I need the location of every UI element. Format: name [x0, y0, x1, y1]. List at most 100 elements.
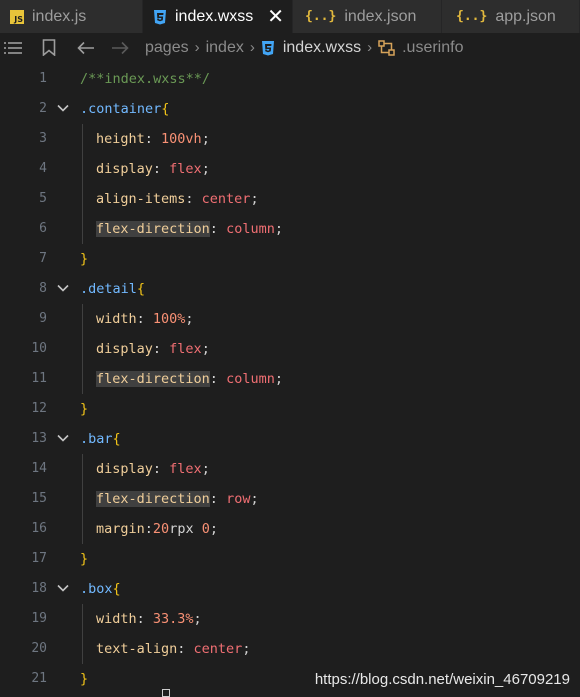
punct-token: ;: [201, 341, 210, 357]
mouse-cursor-icon: [162, 689, 170, 697]
value-token: row: [226, 491, 251, 507]
code-text: display: flex;: [96, 457, 210, 481]
code-line[interactable]: 5 align-items: center;: [0, 184, 580, 214]
line-number: 13: [31, 431, 47, 446]
code-line[interactable]: 13 .bar{: [0, 424, 580, 454]
line-number: 5: [39, 191, 47, 206]
punct-token: :: [136, 611, 153, 627]
bookmark-icon[interactable]: [39, 39, 59, 56]
close-icon[interactable]: ✕: [267, 7, 284, 27]
line-number: 7: [39, 251, 47, 266]
code-line[interactable]: 6 flex-direction: column;: [0, 214, 580, 244]
selector-token: .box: [80, 581, 113, 597]
punct-token: ;: [242, 641, 251, 657]
code-line[interactable]: 18 .box{: [0, 574, 580, 604]
comment-token: /**index.wxss**/: [80, 71, 211, 87]
selector-token: .container: [80, 101, 162, 117]
num-token: 100%: [152, 311, 186, 327]
code-line[interactable]: 20 text-align: center;: [0, 634, 580, 664]
code-text: height: 100vh;: [96, 127, 210, 151]
punct-token: ;: [193, 611, 202, 627]
line-number: 10: [31, 341, 47, 356]
code-text: display: flex;: [96, 337, 210, 361]
code-text: .container{: [80, 97, 169, 121]
punct-token: ;: [250, 191, 259, 207]
punct-token: :: [152, 161, 170, 177]
num-token: 100vh: [161, 131, 202, 147]
code-line[interactable]: 8 .detail{: [0, 274, 580, 304]
value-token: flex: [169, 161, 202, 177]
css-file-icon: [153, 9, 167, 25]
breadcrumb-item-pages[interactable]: pages: [145, 39, 189, 57]
back-arrow-icon[interactable]: [75, 41, 97, 55]
code-line[interactable]: 14 display: flex;: [0, 454, 580, 484]
code-line[interactable]: 7}: [0, 244, 580, 274]
value-token: column: [226, 371, 275, 387]
code-line[interactable]: 4 display: flex;: [0, 154, 580, 184]
breadcrumb-item-index[interactable]: index: [206, 39, 244, 57]
list-icon[interactable]: [2, 41, 24, 55]
brace-token: {: [112, 581, 121, 597]
fold-chevron-icon[interactable]: [56, 281, 70, 295]
line-number: 6: [39, 221, 47, 236]
indent-guide: [82, 304, 83, 394]
tab-index-json[interactable]: {..} index.json: [293, 0, 442, 33]
code-text: width: 100%;: [96, 307, 194, 331]
watermark: https://blog.csdn.net/weixin_46709219: [314, 671, 570, 688]
line-number: 1: [39, 71, 47, 86]
code-text: /**index.wxss**/: [80, 67, 210, 91]
indent-guide: [82, 604, 83, 664]
brace-token: }: [80, 251, 89, 267]
code-line[interactable]: 11 flex-direction: column;: [0, 364, 580, 394]
value-token: flex: [169, 341, 202, 357]
tab-index-js[interactable]: JS index.js: [0, 0, 143, 33]
forward-arrow-icon[interactable]: [109, 41, 131, 55]
code-line[interactable]: 16 margin:20rpx 0;: [0, 514, 580, 544]
value-token: flex: [169, 461, 202, 477]
fold-chevron-icon[interactable]: [56, 581, 70, 595]
css-file-icon: [261, 40, 275, 56]
line-number: 9: [39, 311, 47, 326]
line-number: 18: [31, 581, 47, 596]
code-line[interactable]: 2 .container{: [0, 94, 580, 124]
breadcrumb-item-file[interactable]: index.wxss: [283, 39, 361, 57]
line-number: 17: [31, 551, 47, 566]
fold-chevron-icon[interactable]: [56, 431, 70, 445]
code-line[interactable]: 9 width: 100%;: [0, 304, 580, 334]
code-text: .box{: [80, 577, 121, 601]
code-text: }: [80, 397, 88, 421]
fold-chevron-icon[interactable]: [56, 101, 70, 115]
code-line[interactable]: 10 display: flex;: [0, 334, 580, 364]
prop-token: height: [96, 131, 145, 147]
tab-app-json[interactable]: {..} app.json: [442, 0, 580, 33]
prop-token: margin: [96, 521, 145, 537]
punct-token: :: [152, 341, 170, 357]
tab-index-wxss[interactable]: index.wxss ✕: [143, 0, 293, 33]
line-number: 3: [39, 131, 47, 146]
code-editor[interactable]: 1 /**index.wxss**/ 2 .container{ 3 height: 10…: [0, 62, 580, 697]
prop-token: flex-direction: [96, 371, 210, 387]
code-text: flex-direction: column;: [96, 217, 283, 241]
code-line[interactable]: 17}: [0, 544, 580, 574]
indent-guide: [82, 124, 83, 244]
punct-token: :: [144, 521, 153, 537]
prop-token: width: [96, 311, 137, 327]
line-number: 16: [31, 521, 47, 536]
line-number: 14: [31, 461, 47, 476]
breadcrumb-item-selector[interactable]: .userinfo: [402, 39, 463, 57]
punct-token: :: [177, 641, 194, 657]
code-text: }: [80, 247, 88, 271]
code-line[interactable]: 19 width: 33.3%;: [0, 604, 580, 634]
code-line[interactable]: 3 height: 100vh;: [0, 124, 580, 154]
value-token: center: [201, 191, 251, 207]
code-line[interactable]: 15 flex-direction: row;: [0, 484, 580, 514]
code-text: flex-direction: row;: [96, 487, 259, 511]
line-number: 4: [39, 161, 47, 176]
code-line[interactable]: 1 /**index.wxss**/: [0, 64, 580, 94]
prop-token: text-align: [96, 641, 178, 657]
code-line[interactable]: 12}: [0, 394, 580, 424]
line-number: 11: [31, 371, 47, 386]
prop-token: display: [96, 161, 153, 177]
indent-guide: [82, 454, 83, 544]
punct-token: ;: [274, 371, 283, 387]
